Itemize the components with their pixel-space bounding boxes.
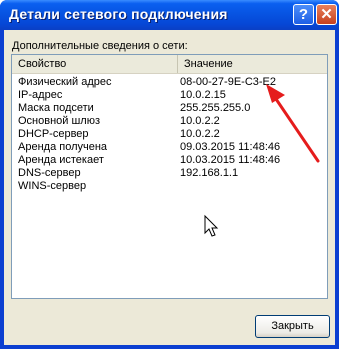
mouse-pointer-icon [204, 214, 219, 237]
network-connection-details-window: Детали сетевого подключения ? ✕ Дополнит… [0, 0, 339, 349]
red-arrow-annotation [266, 84, 320, 163]
annotation-overlay [204, 84, 320, 237]
